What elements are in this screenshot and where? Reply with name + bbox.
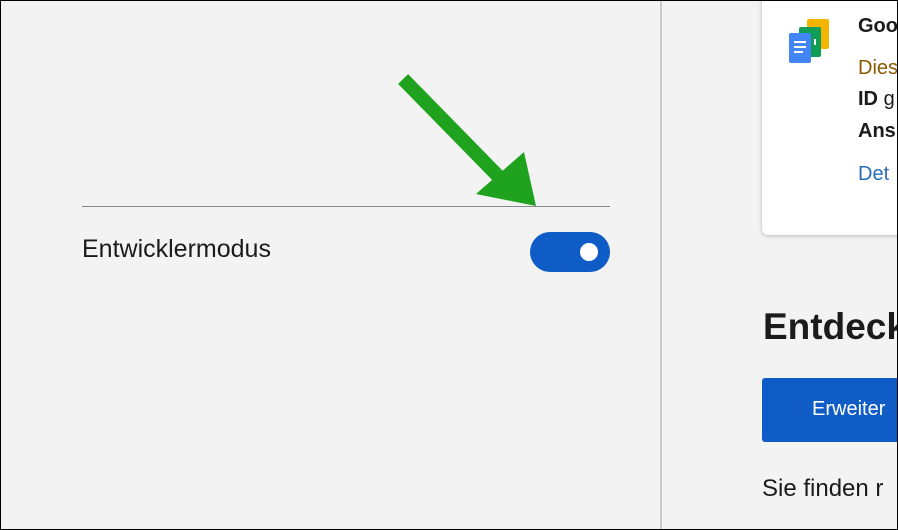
developer-mode-toggle[interactable] [530,232,610,272]
discover-extensions-button[interactable]: Erweiter [762,378,897,442]
extension-card[interactable]: Goo Dies ID g Ans Det [762,1,897,235]
extension-view-label: Ans [858,120,896,142]
discover-section-title: Entdeck [763,306,897,347]
extensions-pane: Goo Dies ID g Ans Det Entdeck Erweiter S… [662,1,897,529]
settings-divider [82,206,610,207]
extension-id-value: g [883,88,895,110]
developer-mode-label: Entwicklermodus [82,235,271,263]
discover-help-text: Sie finden r [762,475,884,502]
extension-id: ID g [858,88,895,111]
toggle-knob [580,243,598,261]
extension-id-label: ID [858,88,878,110]
arrow-down-right-icon [398,74,536,206]
discover-button-label: Erweiter [812,398,886,420]
google-docs-icon [789,19,829,63]
extension-description: Dies [858,57,897,79]
extension-details-link[interactable]: Det [858,163,889,186]
extension-name: Goo [858,15,897,37]
